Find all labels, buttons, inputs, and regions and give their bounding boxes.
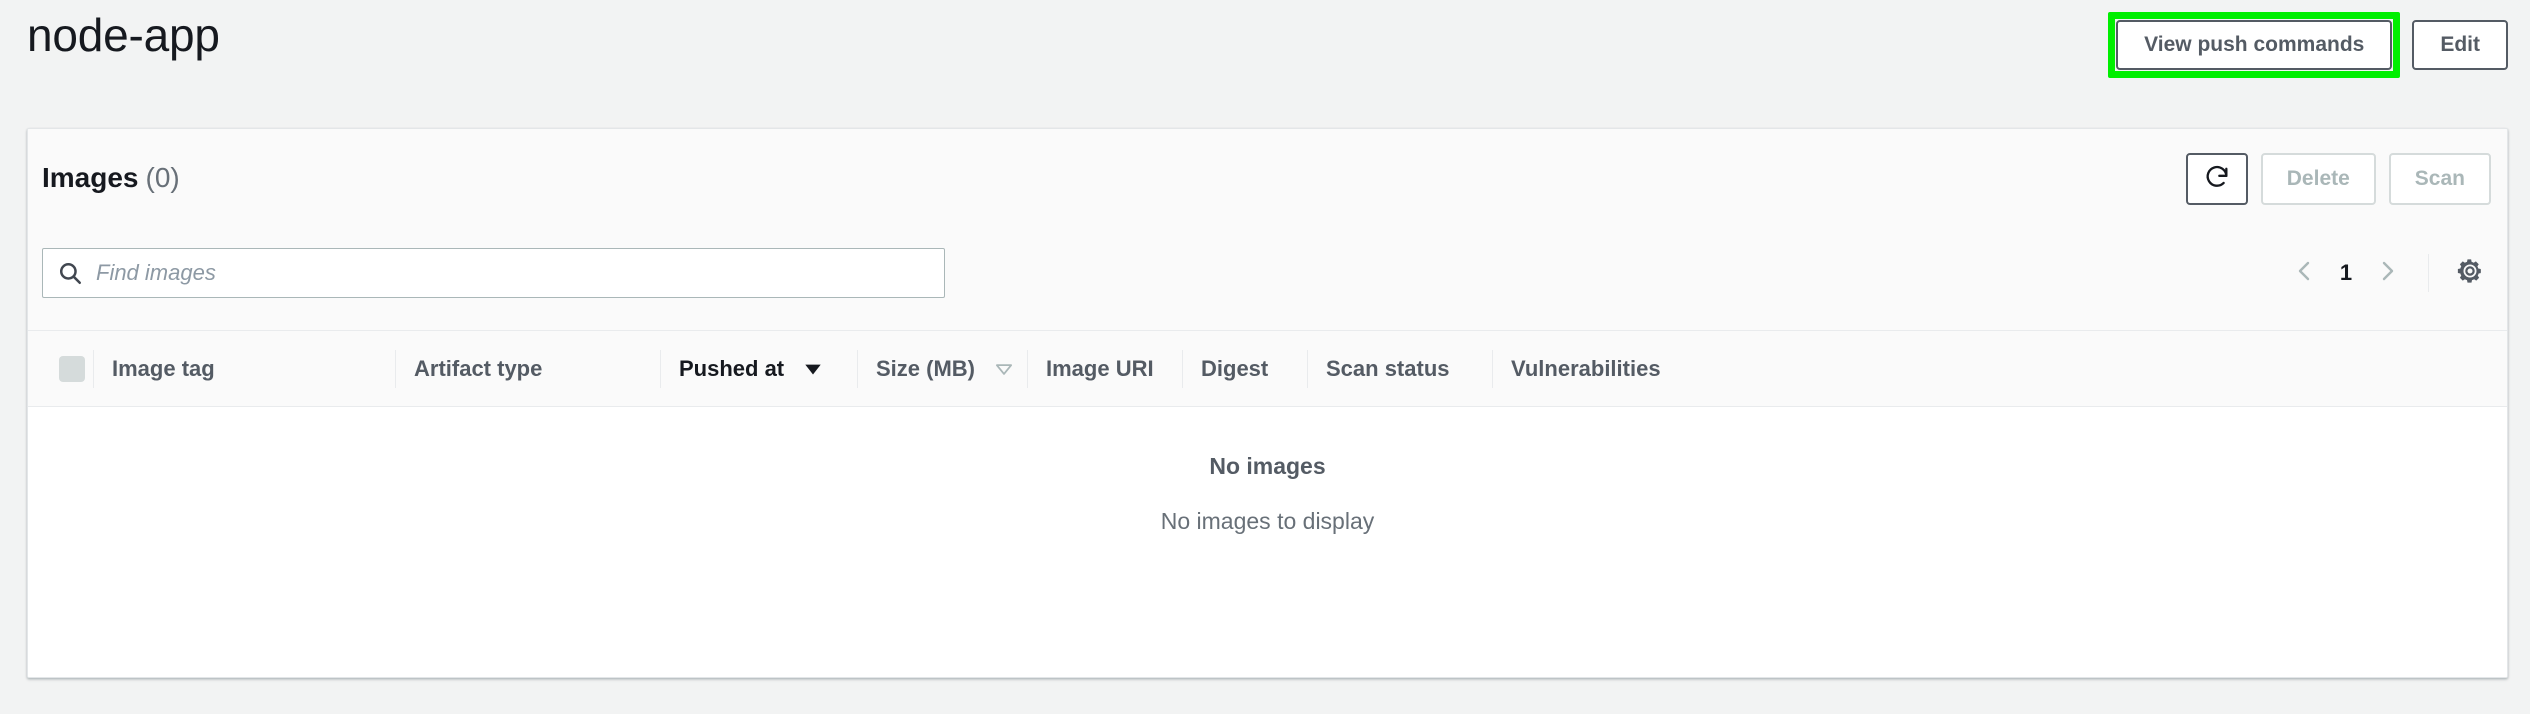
select-all-cell[interactable] [28,331,94,407]
table-preferences-button[interactable] [2447,249,2493,297]
scan-button[interactable]: Scan [2388,153,2491,205]
toolbar-divider [2428,254,2429,292]
images-heading: Images (0) [42,162,180,194]
sort-descending-icon [802,358,824,380]
column-label: Artifact type [414,355,543,381]
images-table-body: No images No images to display [28,407,2507,677]
column-header-digest[interactable]: Digest [1183,331,1308,407]
search-input[interactable] [94,249,944,297]
page-title: node-app [27,9,220,61]
column-header-artifact-type[interactable]: Artifact type [396,331,661,407]
refresh-icon [2203,163,2231,196]
images-toolbar: 1 [28,235,2507,331]
column-label: Vulnerabilities [1511,355,1661,381]
column-header-image-tag[interactable]: Image tag [94,331,396,407]
gear-icon [2455,256,2485,291]
edit-button[interactable]: Edit [2412,20,2508,70]
select-all-checkbox[interactable] [59,355,85,382]
sortable-icon [993,358,1015,380]
empty-state-title: No images [1209,453,1326,479]
images-card-header: Images (0) Delete Scan [28,129,2507,235]
search-icon [57,260,83,286]
header-action-buttons: View push commands Edit [2108,12,2508,78]
column-label: Size (MB) [876,355,975,381]
refresh-button[interactable] [2185,153,2248,205]
view-push-commands-highlight: View push commands [2108,12,2401,78]
delete-button[interactable]: Delete [2260,153,2376,205]
page-header: node-app View push commands Edit [0,0,2530,100]
empty-state-subtitle: No images to display [1160,508,1375,534]
ecr-repository-images-page: node-app View push commands Edit Images(… [0,0,2530,714]
column-header-size-mb[interactable]: Size (MB) [858,331,1028,407]
column-label: Image URI [1046,355,1154,381]
column-header-vulnerabilities[interactable]: Vulnerabilities [1493,331,1723,407]
pagination-next-button[interactable] [2364,249,2410,297]
images-table-header: Image tag Artifact type Pushed at Size (… [28,331,2507,407]
pagination: 1 [2282,249,2493,297]
column-label: Pushed at [679,355,785,381]
view-push-commands-button[interactable]: View push commands [2116,20,2393,70]
column-header-pushed-at[interactable]: Pushed at [661,331,858,407]
images-card-actions: Delete Scan [2185,153,2491,205]
column-label: Digest [1201,355,1269,381]
column-header-scan-status[interactable]: Scan status [1308,331,1493,407]
pagination-prev-button[interactable] [2282,249,2328,297]
column-label: Scan status [1326,355,1450,381]
column-header-image-uri[interactable]: Image URI [1028,331,1183,407]
chevron-left-icon [2293,259,2317,288]
pagination-page-1[interactable]: 1 [2328,260,2364,286]
chevron-right-icon [2375,259,2399,288]
column-label: Image tag [112,355,215,381]
images-heading-label: Images [42,162,139,193]
find-images-search[interactable] [42,248,945,298]
images-card: Images (0) Delete Scan Find images 1 Ima… [27,128,2508,678]
images-count: (0) [145,162,180,193]
